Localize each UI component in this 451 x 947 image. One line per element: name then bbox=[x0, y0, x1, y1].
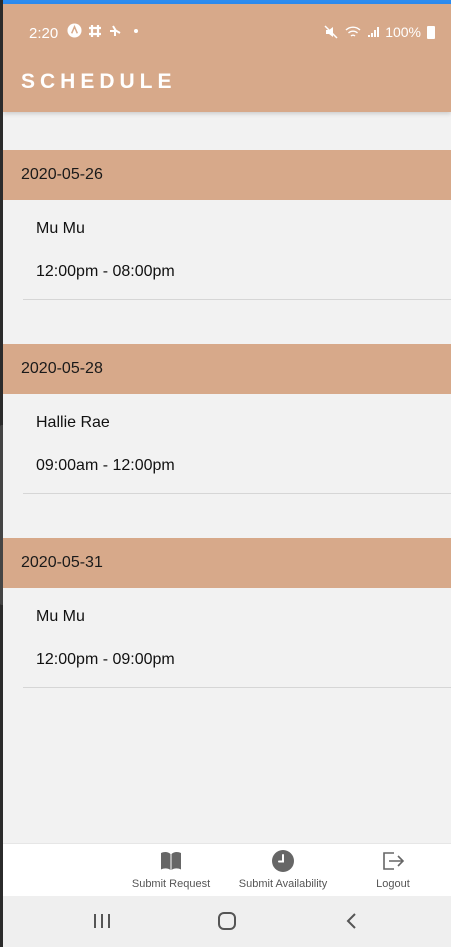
app-header: 2:20 100% SCHEDULE bbox=[3, 4, 451, 112]
book-icon bbox=[161, 851, 181, 870]
battery-percent: 100% bbox=[385, 24, 421, 40]
schedule-section: 2020-05-28 Hallie Rae 09:00am - 12:00pm bbox=[3, 344, 451, 494]
android-icon bbox=[67, 23, 82, 38]
logout-tab[interactable]: Logout bbox=[365, 848, 421, 890]
submit-request-label: Submit Request bbox=[131, 878, 211, 890]
clock-icon bbox=[272, 850, 294, 872]
wifi-icon bbox=[345, 25, 361, 37]
employee-name: Mu Mu bbox=[36, 608, 85, 625]
back-icon[interactable] bbox=[344, 912, 360, 930]
submit-request-tab[interactable]: Submit Request bbox=[125, 848, 217, 890]
status-time: 2:20 bbox=[29, 25, 59, 42]
submit-availability-tab[interactable]: Submit Availability bbox=[231, 848, 335, 890]
recent-apps-icon[interactable] bbox=[92, 912, 112, 930]
divider bbox=[23, 687, 451, 688]
app-screen: 2:20 100% SCHEDULE 2020-05-26 Mu Mu 12:0… bbox=[3, 0, 451, 947]
android-navigation-bar bbox=[3, 896, 451, 947]
logout-icon bbox=[383, 852, 405, 870]
logout-label: Logout bbox=[376, 878, 410, 890]
submit-availability-label: Submit Availability bbox=[238, 878, 328, 890]
dot-icon bbox=[134, 28, 138, 33]
system-icons: 100% bbox=[324, 24, 435, 40]
schedule-section: 2020-05-31 Mu Mu 12:00pm - 09:00pm bbox=[3, 538, 451, 688]
shift-item[interactable]: Mu Mu 12:00pm - 09:00pm bbox=[3, 588, 451, 688]
page-title: SCHEDULE bbox=[21, 70, 177, 93]
shift-time: 12:00pm - 09:00pm bbox=[36, 651, 175, 668]
pinwheel-icon bbox=[110, 24, 121, 36]
slack-icon bbox=[89, 24, 101, 37]
date-header: 2020-05-26 bbox=[3, 150, 451, 200]
divider bbox=[23, 299, 451, 300]
shift-item[interactable]: Hallie Rae 09:00am - 12:00pm bbox=[3, 394, 451, 494]
shift-time: 09:00am - 12:00pm bbox=[36, 457, 175, 474]
employee-name: Hallie Rae bbox=[36, 414, 110, 431]
schedule-section: 2020-05-26 Mu Mu 12:00pm - 08:00pm bbox=[3, 150, 451, 300]
mute-icon bbox=[324, 25, 338, 39]
battery-icon bbox=[427, 25, 435, 39]
status-bar: 2:20 100% bbox=[3, 4, 451, 62]
bottom-tab-bar: Submit Request Submit Availability Logou… bbox=[3, 843, 451, 896]
notification-icons bbox=[67, 23, 138, 38]
date-header: 2020-05-31 bbox=[3, 538, 451, 588]
shift-item[interactable]: Mu Mu 12:00pm - 08:00pm bbox=[3, 200, 451, 300]
date-header: 2020-05-28 bbox=[3, 344, 451, 394]
home-icon[interactable] bbox=[217, 912, 237, 930]
divider bbox=[23, 493, 451, 494]
shift-time: 12:00pm - 08:00pm bbox=[36, 263, 175, 280]
employee-name: Mu Mu bbox=[36, 220, 85, 237]
signal-icon bbox=[368, 27, 380, 37]
